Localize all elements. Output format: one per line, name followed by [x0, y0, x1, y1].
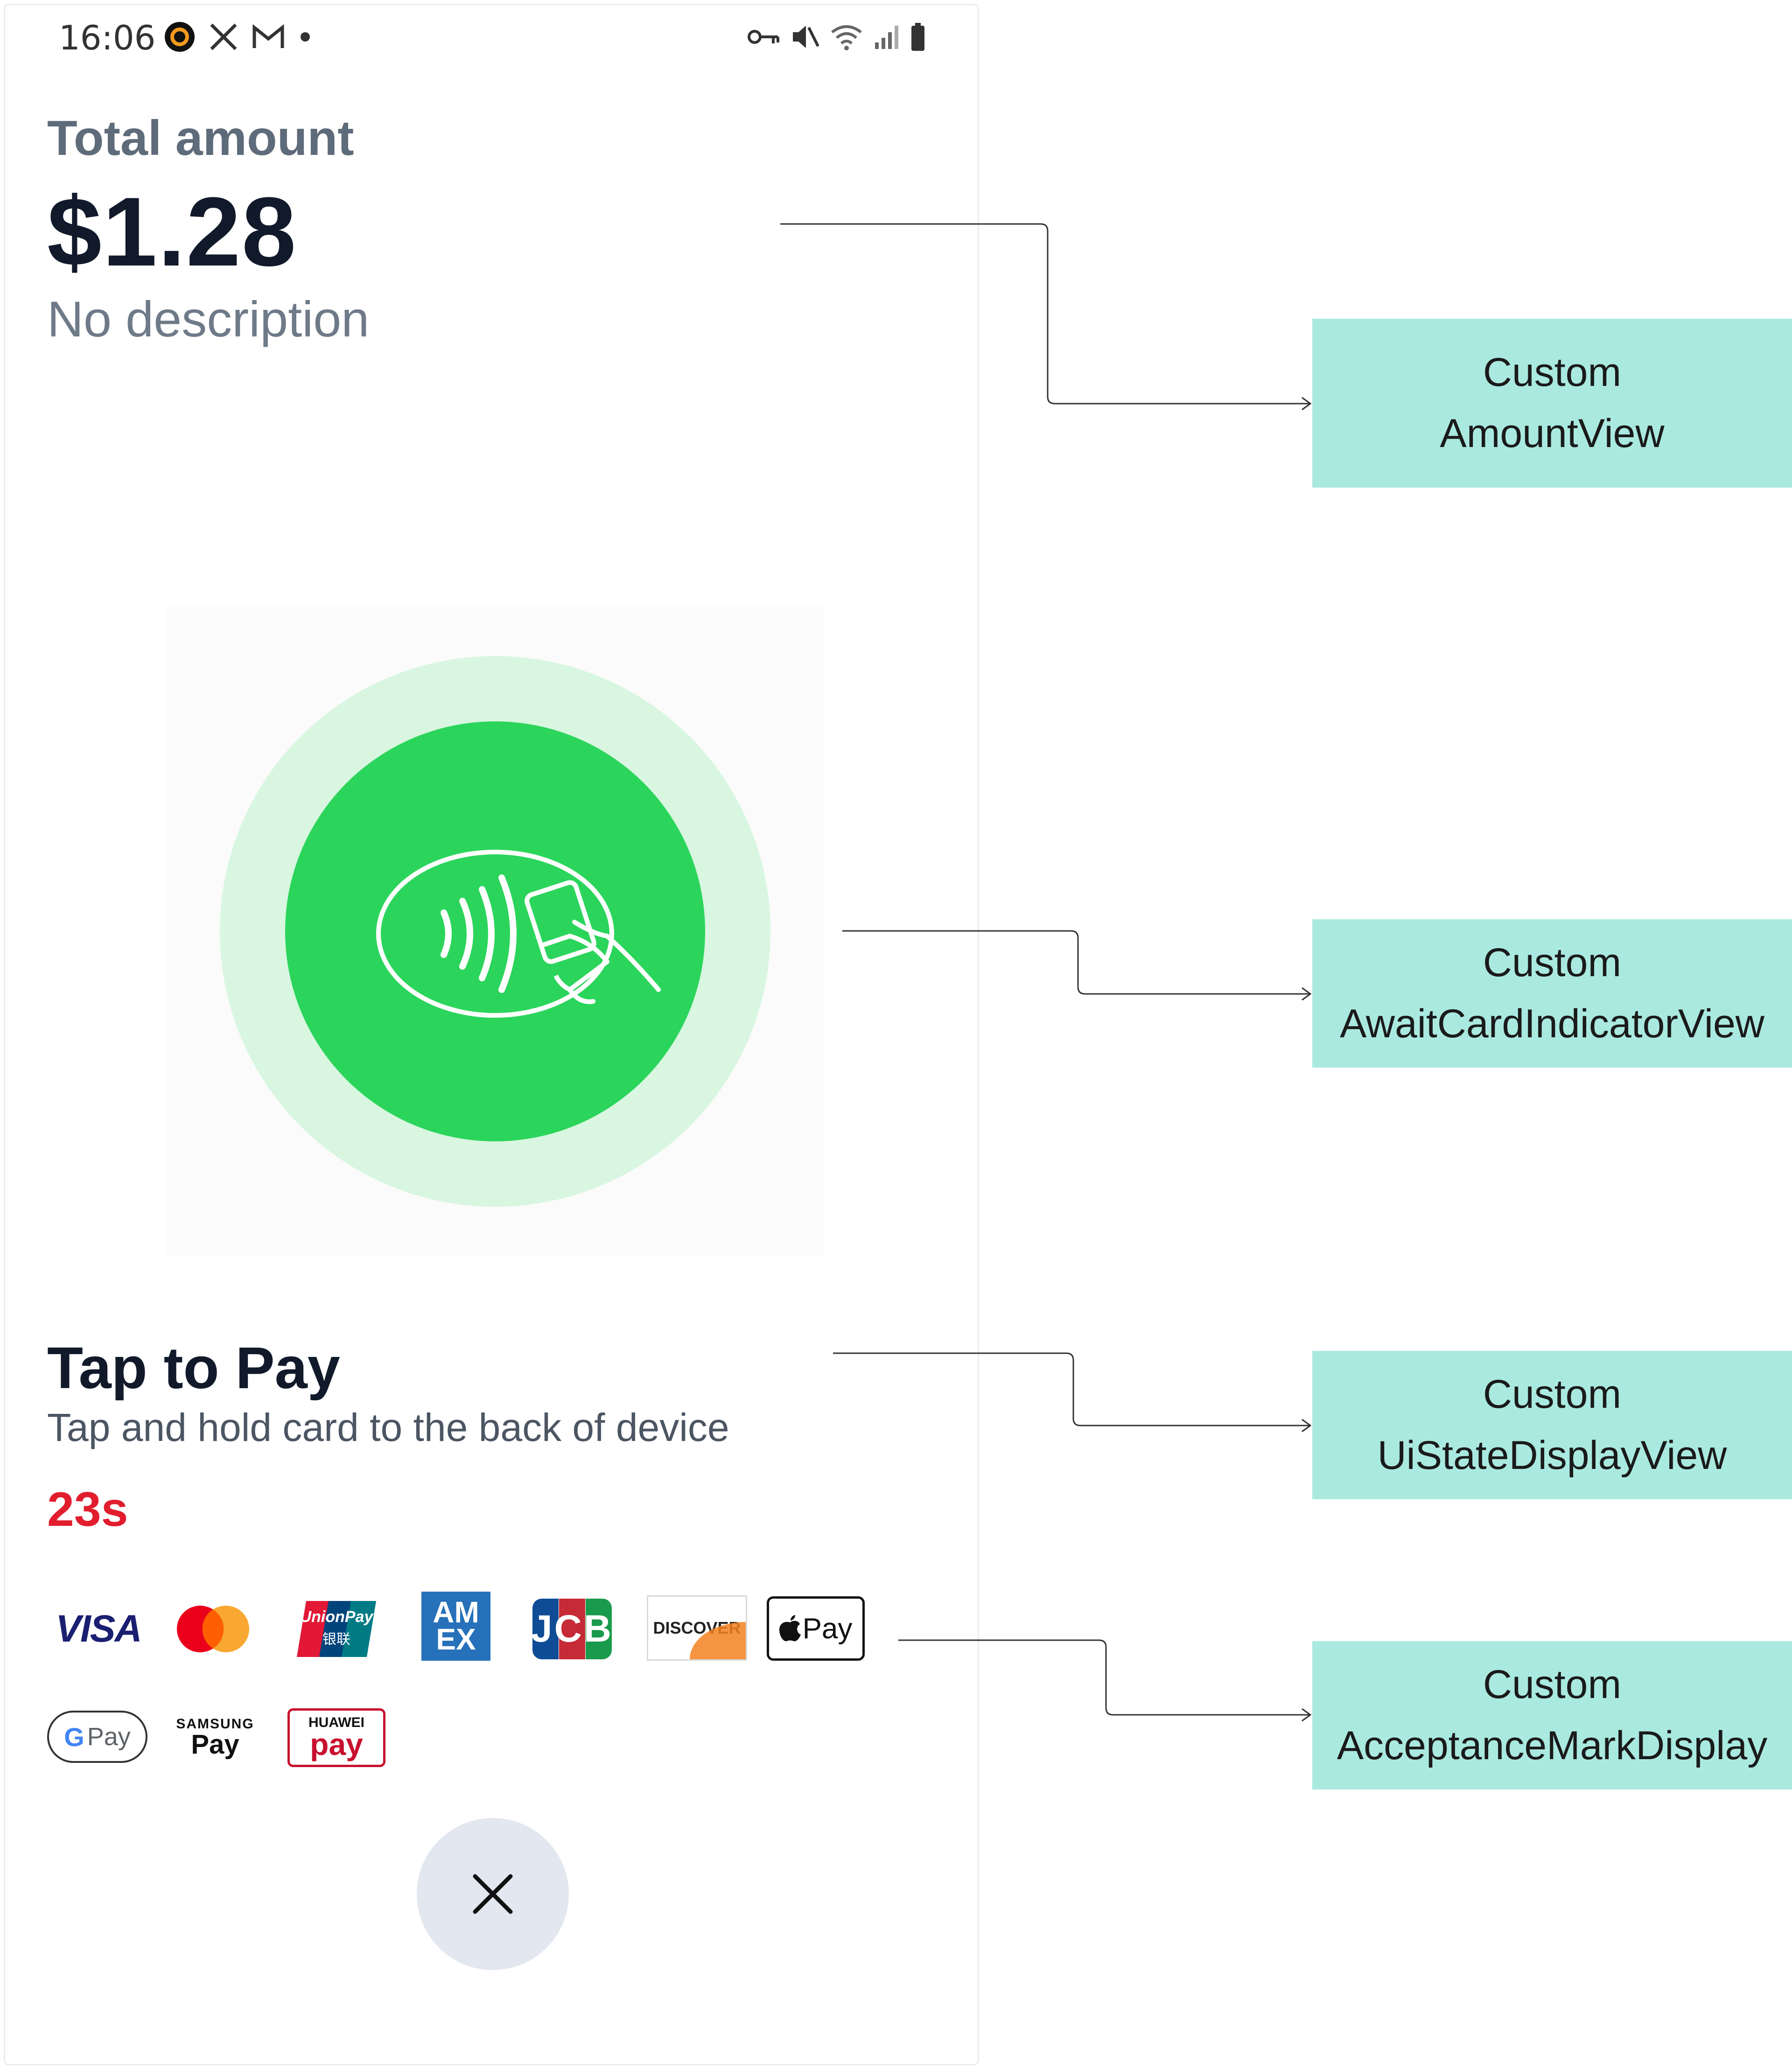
- callout-line1: Custom: [1483, 1372, 1622, 1417]
- callout-await-card-indicator-view: Custom AwaitCardIndicatorView: [1312, 919, 1792, 1068]
- callout-line2: UiStateDisplayView: [1377, 1433, 1727, 1478]
- callout-line2: AwaitCardIndicatorView: [1340, 1001, 1764, 1046]
- callout-ui-state-display-view: Custom UiStateDisplayView: [1312, 1351, 1792, 1499]
- callout-line2: AmountView: [1440, 411, 1665, 456]
- callout-amount-view: Custom AmountView: [1312, 319, 1792, 488]
- callout-acceptance-mark-display: Custom AcceptanceMarkDisplay: [1312, 1641, 1792, 1789]
- callout-line1: Custom: [1483, 1662, 1622, 1707]
- callout-line1: Custom: [1483, 940, 1622, 986]
- callout-line2: AcceptanceMarkDisplay: [1337, 1723, 1768, 1768]
- callout-line1: Custom: [1483, 350, 1622, 395]
